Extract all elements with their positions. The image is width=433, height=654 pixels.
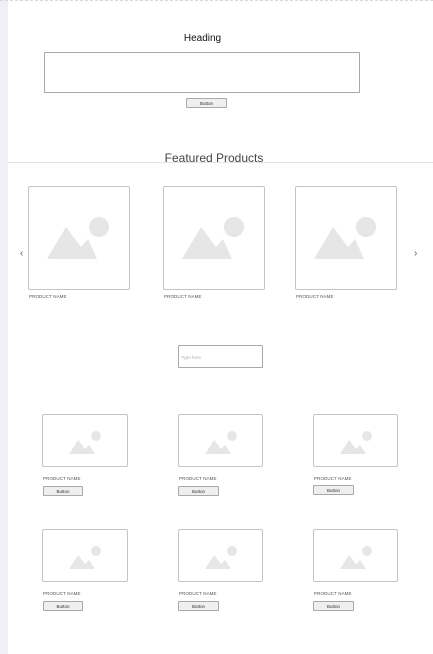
carousel-prev-icon[interactable]: ‹ [20, 249, 23, 259]
featured-product-name: PRODUCT NAME [296, 294, 334, 299]
grid-product-button[interactable]: Button [43, 601, 83, 611]
left-edge-bar [0, 0, 8, 654]
image-placeholder-icon [205, 546, 237, 569]
image-placeholder-icon [47, 217, 109, 259]
image-placeholder-icon [205, 431, 237, 454]
carousel-next-icon[interactable]: › [414, 249, 417, 259]
grid-product-button[interactable]: Button [313, 485, 354, 495]
grid-product-name: PRODUCT NAME [179, 476, 217, 481]
grid-product-image[interactable] [42, 414, 128, 467]
section-divider [8, 162, 433, 163]
hero-button[interactable]: Button [186, 98, 227, 108]
image-placeholder-icon [69, 546, 101, 569]
featured-product-name: PRODUCT NAME [164, 294, 202, 299]
grid-product-button[interactable]: Button [178, 486, 219, 496]
hero-text-area[interactable] [44, 52, 360, 93]
grid-product-name: PRODUCT NAME [314, 476, 352, 481]
grid-product-image[interactable] [178, 529, 263, 582]
featured-product-name: PRODUCT NAME [29, 294, 67, 299]
image-placeholder-icon [340, 431, 372, 454]
grid-product-button[interactable]: Button [178, 601, 219, 611]
grid-product-image[interactable] [178, 414, 263, 467]
grid-product-name: PRODUCT NAME [43, 476, 81, 481]
grid-product-button[interactable]: Button [43, 486, 83, 496]
type-here-input[interactable] [178, 345, 263, 368]
grid-product-name: PRODUCT NAME [179, 591, 217, 596]
grid-product-name: PRODUCT NAME [314, 591, 352, 596]
image-placeholder-icon [314, 217, 376, 259]
grid-product-button[interactable]: Button [313, 601, 354, 611]
grid-product-image[interactable] [42, 529, 128, 582]
top-border [0, 0, 433, 2]
hero-heading: Heading [183, 33, 222, 44]
featured-product-image[interactable] [28, 186, 130, 290]
image-placeholder-icon [340, 546, 372, 569]
featured-product-image[interactable] [295, 186, 397, 290]
image-placeholder-icon [182, 217, 244, 259]
image-placeholder-icon [69, 431, 101, 454]
featured-product-image[interactable] [163, 186, 265, 290]
grid-product-image[interactable] [313, 414, 398, 467]
grid-product-image[interactable] [313, 529, 398, 582]
grid-product-name: PRODUCT NAME [43, 591, 81, 596]
